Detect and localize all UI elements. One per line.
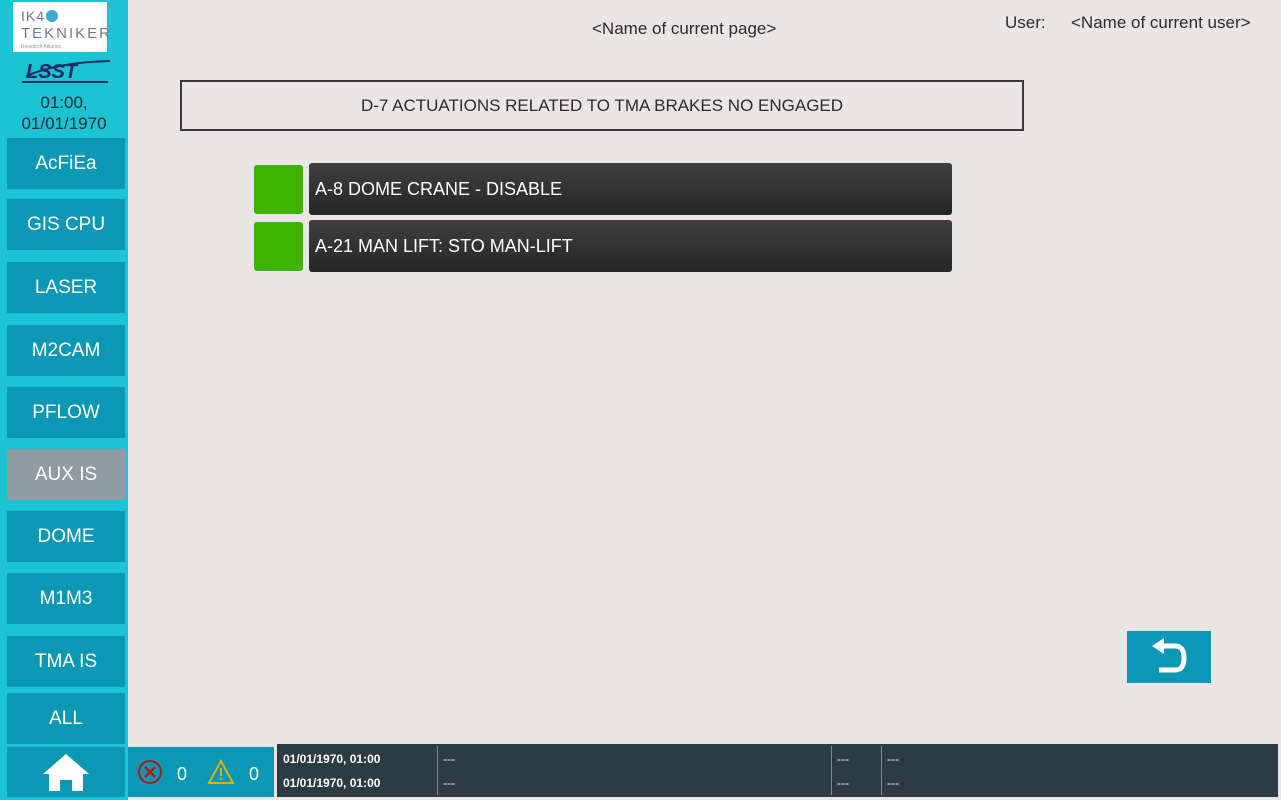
error-icon [138, 760, 162, 784]
log-code: --- [837, 752, 849, 766]
log-detail-column: --- --- [881, 744, 1278, 797]
status-indicator [254, 222, 303, 271]
return-arrow-icon [1152, 638, 1187, 673]
log-message: --- [443, 776, 455, 790]
clock-date: 01/01/1970 [21, 114, 107, 133]
back-button[interactable] [1127, 631, 1211, 683]
logo-line3: Research Alliance [21, 44, 62, 50]
home-button[interactable] [7, 747, 125, 797]
user-label: User: [1005, 13, 1046, 32]
log-message-column: --- --- [437, 744, 831, 797]
log-code: --- [837, 776, 849, 790]
nav-button-tma-is[interactable]: TMA IS [7, 636, 125, 687]
nav-button-m2cam[interactable]: M2CAM [7, 325, 125, 376]
log-timestamp-column: 01/01/1970, 01:00 01/01/1970, 01:00 [277, 744, 437, 797]
actuation-label: A-8 DOME CRANE - DISABLE [315, 178, 563, 199]
log-timestamp: 01/01/1970, 01:00 [283, 752, 381, 766]
nav-button-gis-cpu[interactable]: GIS CPU [7, 199, 125, 250]
status-indicator [254, 165, 303, 214]
log-detail: --- [887, 752, 899, 766]
home-icon [43, 754, 89, 791]
page-title: <Name of current page> [592, 19, 777, 38]
section-title: D-7 ACTUATIONS RELATED TO TMA BRAKES NO … [360, 95, 844, 115]
lsst-logo-text: LSST [26, 61, 79, 83]
actuation-button-a21[interactable]: A-21 MAN LIFT: STO MAN-LIFT [309, 220, 952, 272]
error-count: 0 [177, 764, 188, 784]
user-name: <Name of current user> [1071, 13, 1251, 32]
tekniker-logo: IK4 TEKNIKER Research Alliance [13, 2, 110, 52]
log-code-column: --- --- [831, 744, 881, 797]
logo-line2: TEKNIKER [21, 25, 113, 42]
section-header: D-7 ACTUATIONS RELATED TO TMA BRAKES NO … [180, 80, 1024, 131]
clock-time: 01:00, [40, 93, 88, 112]
nav-button-pflow[interactable]: PFLOW [7, 387, 125, 438]
nav-button-acfiea[interactable]: AcFiEa [7, 138, 125, 189]
alarm-log[interactable]: 01/01/1970, 01:00 01/01/1970, 01:00 --- … [277, 744, 1278, 797]
nav-button-laser[interactable]: LASER [7, 262, 125, 313]
nav-button-dome[interactable]: DOME [7, 511, 125, 562]
alarm-summary[interactable]: 0 0 [128, 747, 274, 797]
log-detail: --- [887, 776, 899, 790]
lsst-logo: LSST [22, 60, 111, 83]
nav-button-aux-is[interactable]: AUX IS [7, 449, 125, 500]
log-timestamp: 01/01/1970, 01:00 [283, 776, 381, 790]
logo-line1: IK4 [21, 8, 46, 24]
nav-button-all[interactable]: ALL [7, 693, 125, 744]
actuation-button-a8[interactable]: A-8 DOME CRANE - DISABLE [309, 163, 952, 215]
log-message: --- [443, 752, 455, 766]
sidebar: IK4 TEKNIKER Research Alliance LSST 01:0… [0, 0, 128, 800]
clock: 01:00, 01/01/1970 [0, 92, 128, 134]
nav-button-m1m3[interactable]: M1M3 [7, 573, 125, 624]
warning-count: 0 [249, 764, 260, 784]
actuation-label: A-21 MAN LIFT: STO MAN-LIFT [315, 235, 573, 256]
warning-icon [207, 759, 235, 784]
